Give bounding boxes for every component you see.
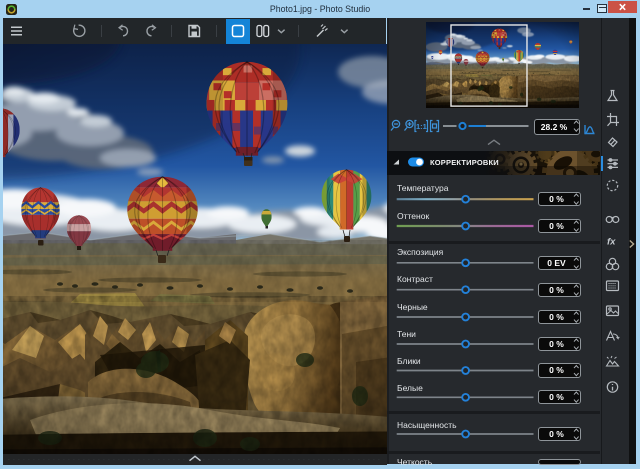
- svg-text:1:1: 1:1: [416, 122, 427, 131]
- svg-text:fx: fx: [607, 237, 616, 248]
